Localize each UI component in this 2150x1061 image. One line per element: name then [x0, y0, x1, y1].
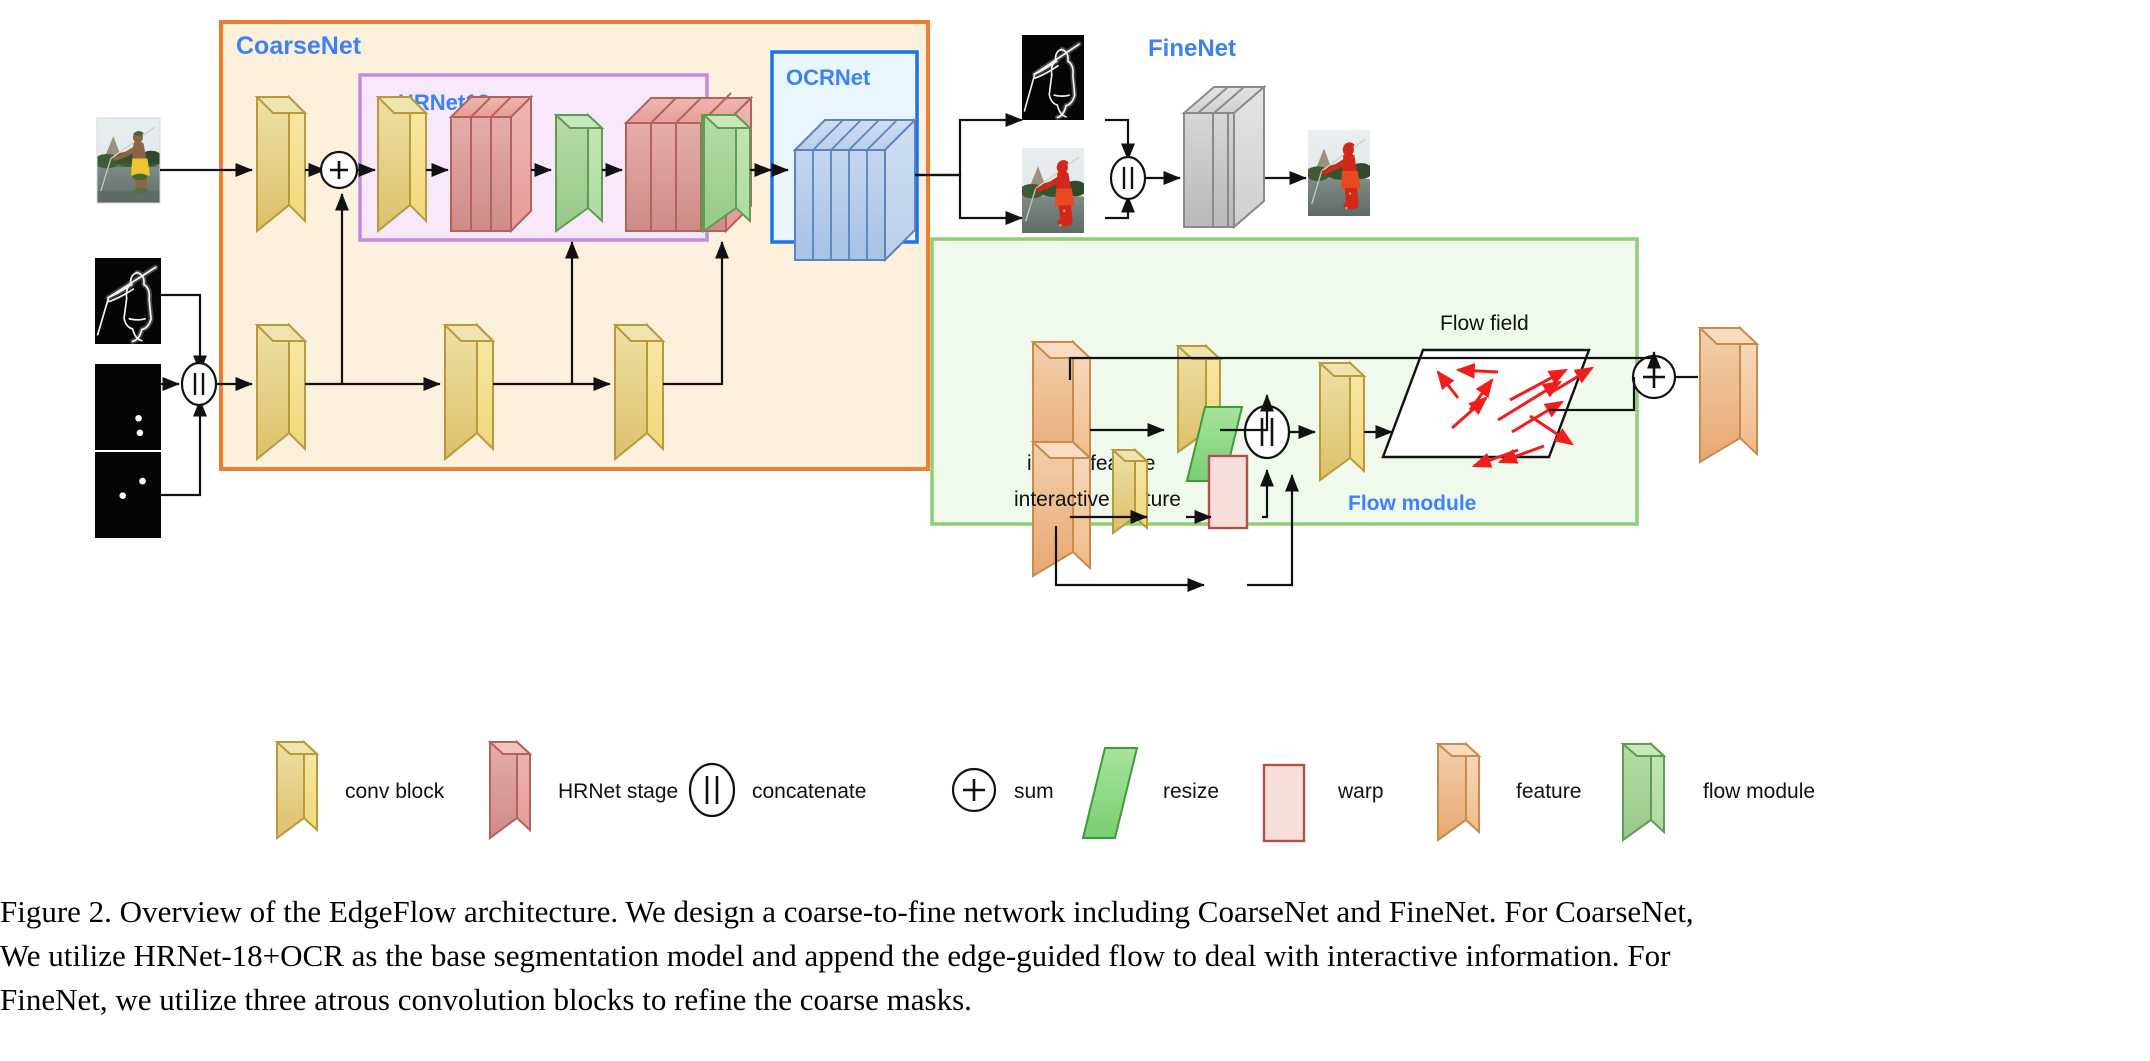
conv-block-icon — [1317, 360, 1367, 482]
panel-label-finenet: FineNet — [1148, 35, 1236, 62]
concat-node-finenet — [1109, 155, 1147, 201]
conv-block-icon — [274, 739, 320, 840]
legend-label: concatenate — [752, 780, 866, 803]
legend: conv block HRNet stage concatenate sum r… — [274, 739, 1815, 843]
concat-icon — [688, 762, 736, 818]
legend-item: HRNet stage — [487, 739, 678, 840]
feature-icon — [1697, 325, 1760, 464]
legend-item: concatenate — [688, 762, 866, 818]
panel-label-ocrnet: OCRNet — [786, 65, 871, 90]
concat-node-input — [180, 361, 218, 407]
legend-item: resize — [1081, 747, 1219, 839]
output-coarse-edge-map — [1022, 35, 1084, 120]
sum-node-coarse — [319, 150, 359, 190]
legend-item: flow module — [1620, 741, 1815, 842]
ocrnet-block-icon — [792, 117, 918, 263]
legend-label: feature — [1516, 780, 1581, 803]
conv-block-icon — [612, 322, 666, 462]
panel-finenet-label: FineNet — [1148, 35, 1236, 62]
feature-icon — [1435, 741, 1482, 842]
sum-icon — [951, 767, 997, 813]
input-positive-clicks — [95, 452, 161, 538]
caption-line-2: We utilize HRNet-18+OCR as the base segm… — [0, 938, 1671, 974]
panel-label-flowmodule: Flow module — [1348, 492, 1476, 515]
legend-label: HRNet stage — [558, 780, 678, 803]
flow-module-icon-2 — [701, 112, 753, 233]
input-rgb-image — [96, 117, 161, 204]
input-edge-map — [95, 258, 161, 344]
legend-item: conv block — [274, 739, 445, 840]
hrnet-stage-icon — [487, 739, 533, 840]
legend-item: sum — [951, 767, 1054, 813]
warp-icon — [1262, 763, 1306, 843]
flow-module-icon — [1620, 741, 1667, 842]
panel-label-coarsenet: CoarseNet — [236, 32, 362, 60]
conv-block-icon — [254, 94, 308, 234]
sum-node-flow — [1631, 354, 1677, 400]
legend-label: conv block — [345, 780, 445, 803]
legend-label: sum — [1014, 780, 1054, 803]
flow-module-icon — [553, 112, 605, 233]
legend-label: flow module — [1703, 780, 1815, 803]
conv-block-icon — [254, 322, 308, 462]
figure-caption: Figure 2. Overview of the EdgeFlow archi… — [0, 890, 2150, 1022]
finenet-block-icon — [1181, 84, 1267, 230]
figure-diagram: CoarseNet HRNet18 OCRNet FineNet Flow mo… — [0, 0, 2150, 870]
output-fine-mask — [1308, 130, 1370, 216]
architecture-svg: CoarseNet HRNet18 OCRNet FineNet Flow mo… — [95, 20, 1815, 843]
conv-block-icon — [442, 322, 496, 462]
output-coarse-mask — [1022, 148, 1084, 233]
conv-block-icon — [375, 94, 429, 234]
caption-line-3: FineNet, we utilize three atrous convolu… — [0, 982, 972, 1018]
caption-line-1: Figure 2. Overview of the EdgeFlow archi… — [0, 894, 1694, 929]
legend-label: warp — [1337, 780, 1384, 803]
conv-block-icon — [1110, 447, 1150, 535]
legend-item: warp — [1262, 763, 1384, 843]
label-flow-field: Flow field — [1440, 312, 1529, 335]
warp-icon — [1207, 454, 1249, 530]
resize-icon — [1081, 747, 1139, 839]
input-negative-clicks — [95, 364, 161, 450]
legend-item: feature — [1435, 741, 1581, 842]
legend-label: resize — [1163, 780, 1219, 803]
label-interactive-feature: interactive feature — [1014, 488, 1181, 511]
hrnet-stage-icon — [448, 94, 534, 234]
